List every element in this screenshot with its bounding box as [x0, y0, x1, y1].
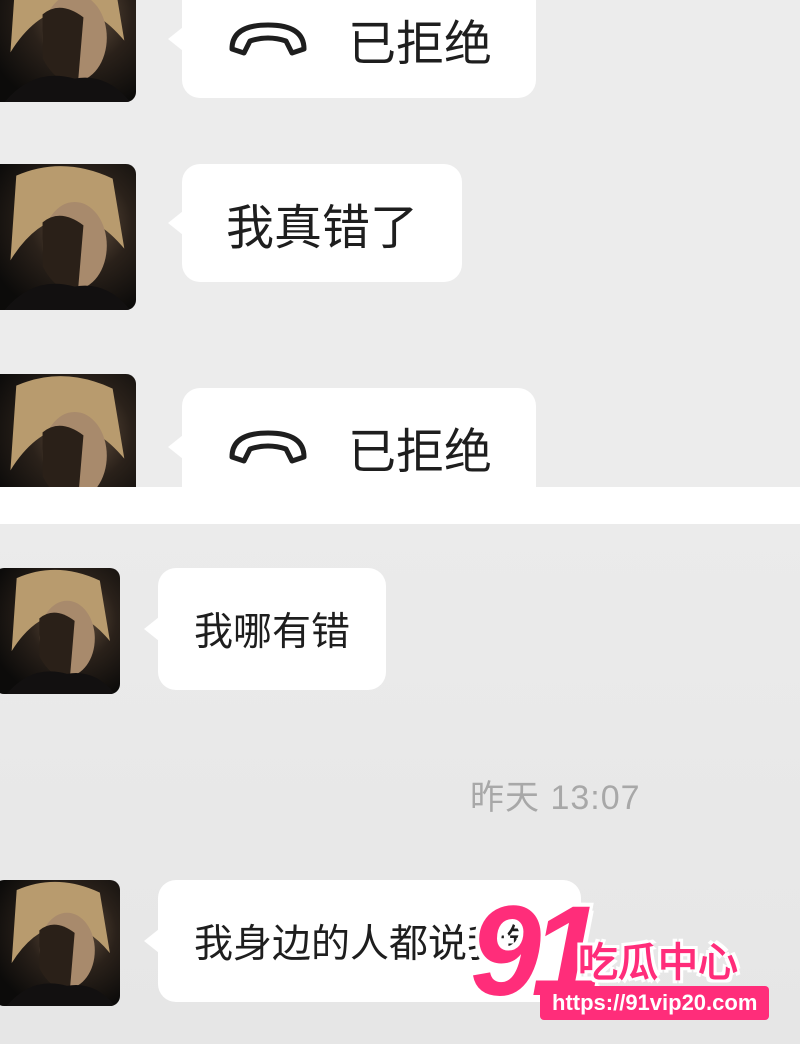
- avatar-portrait: [10, 376, 125, 487]
- call-bubble[interactable]: 已拒绝: [167, 0, 537, 98]
- phone-declined-icon: [229, 22, 307, 56]
- call-bubble[interactable]: 已拒绝: [167, 388, 537, 487]
- message-text: 我哪有错: [194, 610, 351, 655]
- avatar[interactable]: [0, 164, 136, 310]
- message-timestamp: 昨天 13:07: [470, 779, 641, 817]
- avatar-portrait: [4, 0, 131, 102]
- avatar[interactable]: [0, 374, 136, 487]
- watermark: 91 吃瓜中心 https://91vip20.com: [470, 888, 790, 1034]
- avatar-portrait: [4, 166, 131, 310]
- watermark-title: 吃瓜中心: [578, 940, 738, 986]
- chat-panel-upper: 已拒绝 我真错了 已拒绝: [0, 0, 800, 487]
- avatar-portrait: [6, 569, 115, 694]
- panel-divider: [0, 487, 800, 524]
- phone-declined-icon: [229, 430, 307, 464]
- message-text: 我真错了: [226, 200, 419, 256]
- avatar[interactable]: [0, 0, 136, 102]
- avatar[interactable]: [0, 568, 120, 694]
- avatar[interactable]: [0, 880, 120, 1006]
- avatar-portrait: [6, 881, 115, 1006]
- call-status-text: 已拒绝: [348, 424, 493, 480]
- watermark-url: https://91vip20.com: [540, 986, 770, 1020]
- call-status-text: 已拒绝: [348, 16, 493, 72]
- text-bubble[interactable]: 我哪有错: [143, 568, 387, 690]
- text-bubble[interactable]: 我真错了: [167, 164, 463, 282]
